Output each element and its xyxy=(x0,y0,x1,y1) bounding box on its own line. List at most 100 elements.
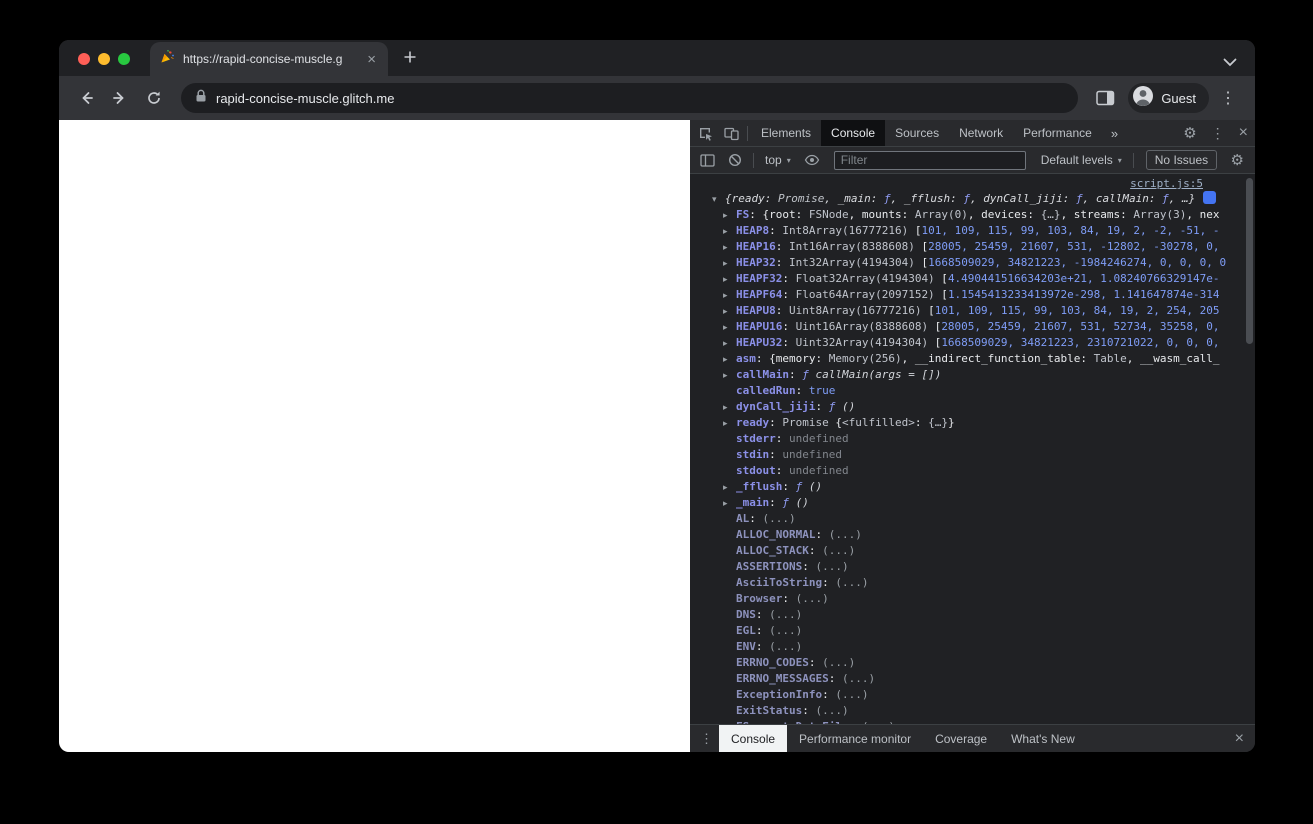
drawer-tab-performance-monitor[interactable]: Performance monitor xyxy=(787,725,923,752)
console-token[interactable]: (...) xyxy=(822,656,855,669)
console-token[interactable]: (...) xyxy=(796,592,829,605)
expand-triangle-icon[interactable]: ▸ xyxy=(723,320,736,335)
new-tab-button[interactable] xyxy=(398,45,422,69)
console-token: Memory(256) xyxy=(828,352,902,365)
address-bar[interactable]: rapid-concise-muscle.glitch.me xyxy=(181,83,1079,113)
console-sidebar-icon[interactable] xyxy=(694,147,720,173)
devtools-tab-sources[interactable]: Sources xyxy=(885,120,949,146)
expand-triangle-icon[interactable]: ▾ xyxy=(712,192,725,207)
expand-triangle-icon[interactable]: ▸ xyxy=(723,288,736,303)
console-token: , __indirect_function_table: xyxy=(901,352,1094,365)
log-levels-dropdown[interactable]: Default levels ▾ xyxy=(1035,153,1128,167)
console-token: true xyxy=(808,384,836,397)
expand-triangle-icon[interactable]: ▸ xyxy=(723,336,736,351)
devtools-tab-performance[interactable]: Performance xyxy=(1013,120,1102,146)
expand-triangle-icon[interactable]: ▸ xyxy=(723,272,736,287)
drawer-tab-whats-new[interactable]: What's New xyxy=(999,725,1087,752)
devtools-tab-elements[interactable]: Elements xyxy=(751,120,821,146)
clear-console-icon[interactable] xyxy=(722,147,748,173)
tab-title: https://rapid-concise-muscle.g xyxy=(183,52,343,66)
console-row: ASSERTIONS: (...) xyxy=(690,559,1255,575)
expand-triangle-icon[interactable]: ▸ xyxy=(723,400,736,415)
devtools-tab-console[interactable]: Console xyxy=(821,120,886,146)
console-toolbar: top ▾ Default levels ▾ No Issues ⚙ xyxy=(690,147,1255,174)
console-token[interactable]: (...) xyxy=(815,704,848,717)
drawer-tab-console[interactable]: Console xyxy=(719,725,788,752)
tab-search-chevron-icon[interactable] xyxy=(1223,54,1237,72)
console-token: { xyxy=(835,416,842,429)
console-token[interactable]: (...) xyxy=(835,576,868,589)
console-token: stderr xyxy=(736,432,776,445)
browser-window: https://rapid-concise-muscle.g × rapid-c… xyxy=(59,40,1255,752)
expand-triangle-icon[interactable]: ▸ xyxy=(723,480,736,495)
devtools-menu-icon[interactable]: ⋮ xyxy=(1204,125,1232,142)
console-token[interactable]: (...) xyxy=(769,640,802,653)
expand-triangle-icon[interactable]: ▸ xyxy=(723,224,736,239)
console-token: HEAPU8 xyxy=(736,304,776,317)
console-token: Table xyxy=(1093,352,1127,365)
page-content[interactable] xyxy=(59,120,690,752)
expand-triangle-icon[interactable]: ▸ xyxy=(723,368,736,383)
console-scrollbar[interactable] xyxy=(1246,178,1253,344)
expand-triangle-icon[interactable]: ▸ xyxy=(723,208,736,223)
browser-menu-icon[interactable]: ⋮ xyxy=(1213,83,1243,113)
drawer-menu-icon[interactable]: ⋮ xyxy=(694,731,719,747)
console-token[interactable]: (...) xyxy=(769,608,802,621)
back-icon[interactable] xyxy=(71,83,101,113)
drawer-tab-coverage[interactable]: Coverage xyxy=(923,725,999,752)
reload-icon[interactable] xyxy=(139,83,169,113)
console-token: HEAP8 xyxy=(736,224,770,237)
console-token[interactable]: (...) xyxy=(815,560,848,573)
console-token: Uint16Array(8388608) xyxy=(795,320,929,333)
console-token[interactable]: (...) xyxy=(829,528,862,541)
divider xyxy=(747,125,748,141)
console-token: : xyxy=(775,240,789,253)
inspect-element-icon[interactable] xyxy=(692,120,718,146)
context-label: top xyxy=(765,153,782,167)
expand-triangle-icon[interactable]: ▸ xyxy=(723,352,736,367)
expand-triangle-icon[interactable]: ▸ xyxy=(723,416,736,431)
console-token: : xyxy=(769,224,783,237)
source-link[interactable]: script.js:5 xyxy=(1130,177,1203,190)
console-token: HEAPF64 xyxy=(736,288,783,301)
side-panel-icon[interactable] xyxy=(1090,83,1120,113)
console-token[interactable]: (...) xyxy=(769,624,802,637)
console-token: : xyxy=(755,640,770,653)
console-token: : xyxy=(822,688,836,701)
drawer-close-icon[interactable]: × xyxy=(1228,730,1251,748)
issues-counter[interactable]: No Issues xyxy=(1145,150,1218,170)
devtools-tab-network[interactable]: Network xyxy=(949,120,1013,146)
console-token: FS_createDataFile xyxy=(736,720,849,724)
console-context-selector[interactable]: top ▾ xyxy=(759,153,797,167)
console-token[interactable]: (...) xyxy=(822,544,855,557)
more-tabs-icon[interactable]: » xyxy=(1102,126,1127,141)
expand-triangle-icon[interactable]: ▸ xyxy=(723,256,736,271)
device-toolbar-icon[interactable] xyxy=(718,120,744,146)
expand-triangle-icon[interactable]: ▸ xyxy=(723,240,736,255)
live-expression-eye-icon[interactable] xyxy=(799,147,825,173)
console-row: ▸ ready: Promise {<fulfilled>: {…}} xyxy=(690,415,1255,431)
console-token: ALLOC_NORMAL xyxy=(736,528,816,541)
devtools-close-icon[interactable]: × xyxy=(1232,124,1255,142)
console-token: : xyxy=(775,432,789,445)
console-row: AsciiToString: (...) xyxy=(690,575,1255,591)
forward-icon[interactable] xyxy=(105,83,135,113)
expand-triangle-icon[interactable]: ▸ xyxy=(723,496,736,511)
browser-tab[interactable]: https://rapid-concise-muscle.g × xyxy=(150,42,388,76)
console-token[interactable]: (...) xyxy=(842,672,875,685)
console-filter-input[interactable] xyxy=(833,150,1026,170)
devtools-settings-icon[interactable]: ⚙ xyxy=(1176,124,1203,142)
console-token[interactable]: (...) xyxy=(862,720,895,724)
console-token[interactable]: (...) xyxy=(835,688,868,701)
profile-chip[interactable]: Guest xyxy=(1128,83,1209,113)
console-settings-icon[interactable]: ⚙ xyxy=(1224,151,1251,169)
console-token[interactable]: (...) xyxy=(763,512,796,525)
console-token: HEAP32 xyxy=(736,256,776,269)
console-row: ▸ _main: ƒ () xyxy=(690,495,1255,511)
console-token: : xyxy=(849,720,862,724)
fullscreen-window-button[interactable] xyxy=(118,53,130,65)
minimize-window-button[interactable] xyxy=(98,53,110,65)
close-window-button[interactable] xyxy=(78,53,90,65)
expand-triangle-icon[interactable]: ▸ xyxy=(723,304,736,319)
tab-close-icon[interactable]: × xyxy=(365,52,378,67)
